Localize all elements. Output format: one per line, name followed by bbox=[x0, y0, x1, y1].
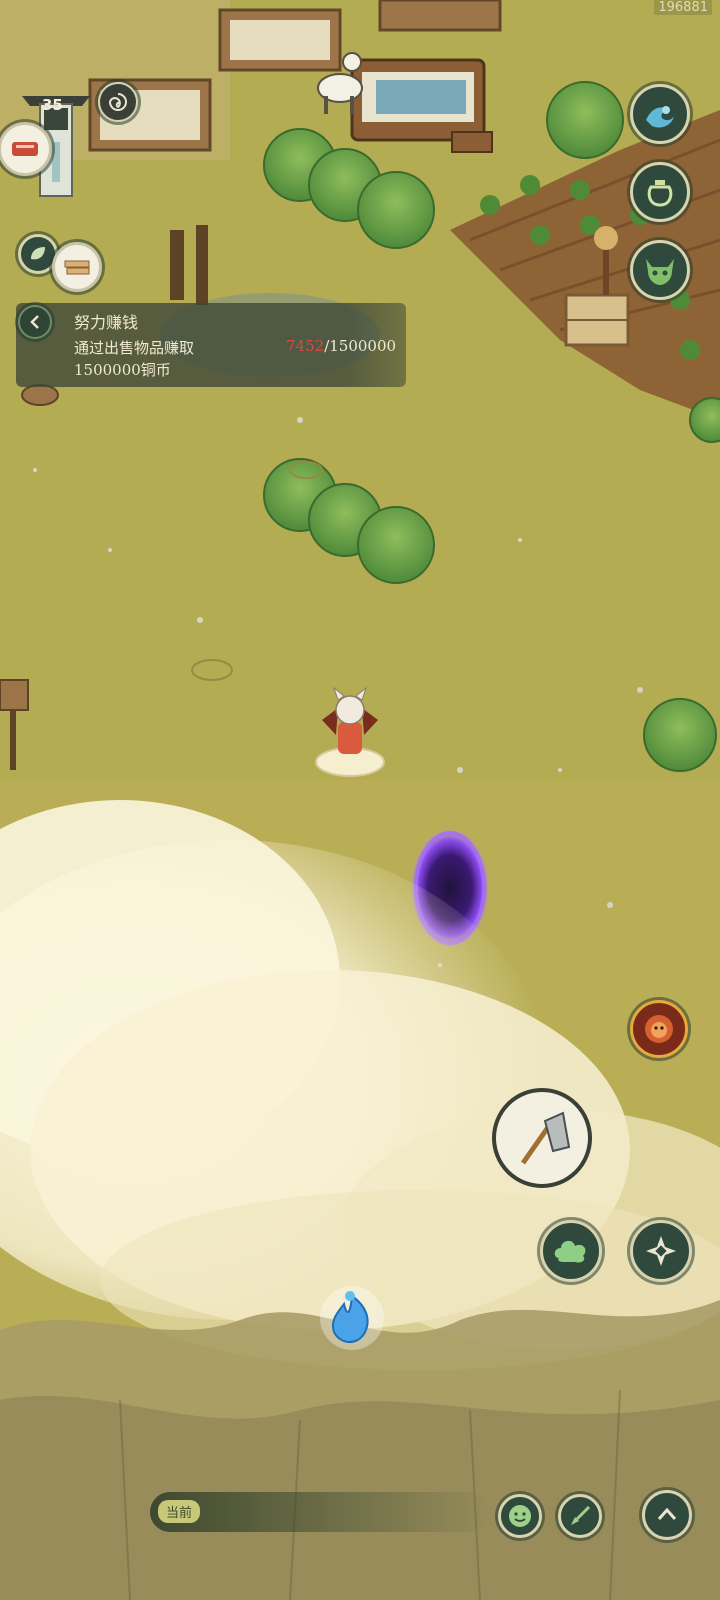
tool-action-button[interactable] bbox=[492, 1088, 592, 1188]
brush-button[interactable] bbox=[558, 1494, 602, 1538]
quest-description: 通过出售物品赚取 bbox=[74, 339, 195, 357]
emoji-button[interactable] bbox=[498, 1494, 542, 1538]
shuriken-skill-button[interactable] bbox=[630, 1220, 692, 1282]
pot-button[interactable] bbox=[630, 162, 690, 222]
cloud-skill-button[interactable] bbox=[540, 1220, 602, 1282]
quest-panel[interactable]: 努力赚钱 通过出售物品赚取 7452/1500000 1500000铜币 bbox=[16, 303, 406, 387]
pot-icon bbox=[647, 180, 673, 207]
expand-up-button[interactable] bbox=[642, 1490, 692, 1540]
chat-bar[interactable]: 当前 bbox=[150, 1492, 490, 1532]
level-number: 35 bbox=[42, 96, 63, 114]
leaf-icon bbox=[31, 247, 45, 260]
lion-icon bbox=[645, 1015, 673, 1043]
chat-channel-label[interactable]: 当前 bbox=[158, 1500, 201, 1523]
wave-skill-button[interactable] bbox=[630, 84, 690, 144]
plank-icon bbox=[64, 260, 90, 275]
demon-mask-button[interactable] bbox=[630, 240, 690, 300]
swirl-icon[interactable] bbox=[98, 82, 138, 122]
meat-icon bbox=[12, 142, 38, 156]
game-world bbox=[0, 0, 720, 1600]
demon-mask-icon bbox=[646, 259, 674, 285]
quest-reward: 1500000铜币 bbox=[74, 361, 171, 379]
chevron-up-icon bbox=[657, 1507, 677, 1520]
wave-icon bbox=[646, 106, 674, 128]
quest-progress: 7452/1500000 bbox=[286, 337, 396, 355]
quest-title: 努力赚钱 bbox=[74, 313, 139, 332]
chevron-left-icon bbox=[30, 315, 39, 329]
hoe-icon bbox=[520, 1111, 571, 1165]
emoji-icon bbox=[509, 1505, 531, 1527]
lion-skill-button[interactable] bbox=[630, 1000, 688, 1058]
meat-item-bubble[interactable] bbox=[0, 122, 52, 176]
quest-collapse-button[interactable] bbox=[18, 305, 52, 339]
player-id-label: 196881 bbox=[654, 0, 712, 15]
cloud-icon bbox=[554, 1240, 586, 1263]
shuriken-icon bbox=[646, 1236, 676, 1266]
brush-icon bbox=[571, 1505, 591, 1525]
quest-progress-current: 7452 bbox=[286, 337, 325, 355]
wood-item-bubble[interactable] bbox=[52, 242, 102, 292]
quest-progress-total: /1500000 bbox=[324, 337, 397, 355]
